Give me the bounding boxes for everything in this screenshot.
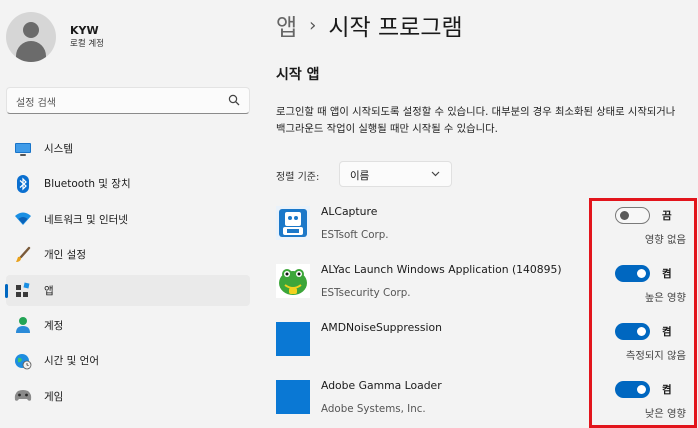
search-input[interactable]: 설정 검색 [6, 87, 250, 114]
breadcrumb: 앱 › 시작 프로그램 [276, 8, 463, 42]
sidebar-item-bluetooth[interactable]: Bluetooth 및 장치 [6, 168, 250, 199]
globe-clock-icon [14, 352, 32, 370]
profile-account-type: 로컬 계정 [70, 39, 104, 49]
sidebar-item-label: 시스템 [44, 143, 73, 155]
active-indicator [5, 283, 8, 298]
app-name: ALYac Launch Windows Application (140895… [321, 263, 562, 276]
sidebar-item-label: 개인 설정 [44, 249, 86, 262]
app-name: Adobe Gamma Loader [321, 379, 442, 392]
breadcrumb-separator: › [309, 14, 317, 36]
page-title: 시작 프로그램 [328, 15, 463, 41]
sort-value: 이름 [350, 170, 370, 182]
chevron-down-icon [431, 171, 440, 177]
sidebar-item-gaming[interactable]: 게임 [6, 381, 250, 412]
avatar [6, 12, 56, 62]
person-icon [14, 316, 32, 334]
app-publisher: Adobe Systems, Inc. [321, 403, 426, 415]
sidebar-item-label: 게임 [44, 390, 64, 403]
section-description: 로그인할 때 앱이 시작되도록 설정할 수 있습니다. 대부분의 경우 최소화된… [276, 106, 676, 135]
generic-app-icon [276, 380, 310, 414]
sidebar-item-personalization[interactable]: 개인 설정 [6, 239, 250, 270]
sidebar-item-label: Bluetooth 및 장치 [44, 178, 131, 191]
bluetooth-icon [14, 174, 32, 193]
sidebar-item-label: 시간 및 언어 [44, 355, 99, 368]
app-publisher: ESTsecurity Corp. [321, 287, 411, 299]
sidebar-item-label: 네트워크 및 인터넷 [44, 213, 128, 226]
brush-icon [14, 246, 32, 264]
sidebar: KYW 로컬 계정 설정 검색 시스템 Bluetooth 및 장치 네트워크 … [0, 0, 262, 426]
search-icon [228, 94, 240, 106]
sidebar-item-system[interactable]: 시스템 [6, 133, 250, 164]
system-monitor-icon [14, 140, 32, 158]
apps-icon [14, 281, 32, 299]
sidebar-item-label: 앱 [44, 284, 54, 297]
section-title: 시작 앱 [276, 67, 320, 83]
app-publisher: ESTsoft Corp. [321, 229, 389, 241]
breadcrumb-parent-link[interactable]: 앱 [276, 8, 297, 42]
alcapture-icon [276, 206, 310, 240]
alyac-icon [276, 264, 310, 298]
app-name: AMDNoiseSuppression [321, 321, 442, 334]
sort-label: 정렬 기준: [276, 172, 320, 183]
sidebar-item-label: 계정 [44, 319, 64, 332]
generic-app-icon [276, 322, 310, 356]
highlight-box [589, 198, 697, 428]
sidebar-item-network[interactable]: 네트워크 및 인터넷 [6, 204, 250, 235]
sidebar-item-time-language[interactable]: 시간 및 언어 [6, 345, 250, 376]
sidebar-nav: 시스템 Bluetooth 및 장치 네트워크 및 인터넷 개인 설정 앱 계정… [5, 133, 250, 416]
gamepad-icon [14, 387, 32, 405]
sort-dropdown[interactable]: 이름 [339, 161, 452, 187]
sidebar-item-apps[interactable]: 앱 [5, 274, 250, 306]
profile-name: KYW [70, 24, 99, 37]
app-name: ALCapture [321, 205, 378, 218]
user-profile[interactable]: KYW 로컬 계정 [6, 12, 104, 62]
search-placeholder: 설정 검색 [16, 98, 56, 109]
sidebar-item-accounts[interactable]: 계정 [6, 310, 250, 341]
wifi-icon [14, 210, 32, 228]
